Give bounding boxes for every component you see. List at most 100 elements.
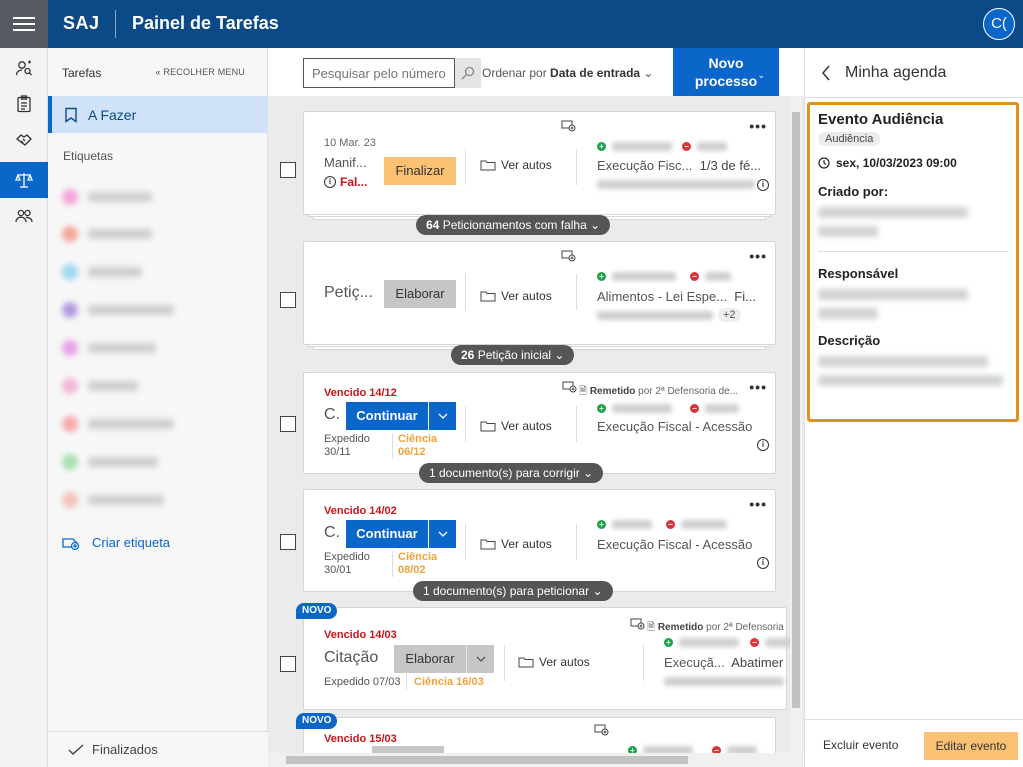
document-icon [561,120,577,135]
finalize-button[interactable]: Finalizar [384,157,456,185]
chevron-left-icon[interactable] [821,65,831,81]
more-options-icon[interactable]: ••• [749,248,767,264]
brand-logo: SAJ [63,13,100,33]
continue-options-button[interactable] [428,520,456,548]
search-button[interactable] [455,58,481,88]
chevron-down-icon: ⌄ [554,348,565,362]
continue-options-button[interactable] [428,402,456,430]
sort-dropdown[interactable]: Ordenar por Data de entrada ⌄ [482,66,653,80]
new-process-button[interactable]: Novo processo ⌄ [673,48,779,96]
info-icon[interactable]: i [757,179,769,191]
task-card[interactable]: Vencido 14/03 Citação Elaborar Expedido … [303,607,795,710]
task-checkbox[interactable] [280,656,296,672]
finalized-button[interactable]: Finalizados [48,731,268,767]
task-class: Execução Fiscal - Acessão [597,419,753,434]
elaborate-button[interactable]: Elaborar [394,645,466,673]
tag-item[interactable] [62,338,156,358]
view-records-link[interactable]: Ver autos [480,537,552,551]
divider [392,551,393,577]
divider [576,406,577,442]
info-icon[interactable]: i [757,557,769,569]
tag-item[interactable] [62,300,174,320]
task-checkbox[interactable] [280,416,296,432]
group-toggle[interactable]: 1 documento(s) para peticionar ⌄ [413,581,613,601]
tag-item[interactable] [62,414,174,434]
task-card[interactable]: Vencido 14/12 C. Continuar Expedido 30/11… [303,372,776,474]
user-avatar[interactable]: C( [983,8,1015,40]
task-card[interactable]: Vencido 14/02 C. Continuar Expedido 30/01… [303,489,776,592]
people-icon[interactable] [0,198,48,234]
divider [406,672,407,690]
view-records-link[interactable]: Ver autos [518,655,590,669]
document-icon [630,618,646,633]
elaborate-button[interactable]: Elaborar [384,280,456,308]
redacted-text [818,356,988,367]
group-toggle[interactable]: 1 documento(s) para corrigir ⌄ [419,463,604,483]
clipboard-icon[interactable] [0,86,48,122]
party-active: + [597,520,652,529]
collapse-menu-label: RECOLHER MENU [163,67,245,77]
tag-item[interactable] [62,187,152,207]
task-checkbox[interactable] [280,162,296,178]
group-toggle[interactable]: 64 Peticionamentos com falha ⌄ [416,215,611,235]
scales-icon[interactable] [0,162,48,198]
tag-item[interactable] [62,452,158,472]
more-subjects-badge[interactable]: +2 [718,308,741,322]
finalized-label: Finalizados [92,742,158,757]
info-icon[interactable]: i [757,439,769,451]
tag-item[interactable] [62,262,142,282]
chevron-down-icon [438,531,447,537]
clock-icon [818,157,830,169]
sent-info: 🗎 Remetido por 2ª Defensoria [647,622,784,633]
new-badge: NOVO [296,713,338,729]
minus-icon: − [750,638,759,647]
dispatched-info: Expedido 30/11 [324,433,370,458]
handshake-icon[interactable] [0,122,48,158]
elaborate-options-button[interactable] [466,645,494,673]
task-card[interactable]: ••• 10 Mar. 23 Manif... i Fal... Finaliz… [303,111,776,215]
plus-icon: + [597,404,606,413]
more-options-icon[interactable]: ••• [749,379,767,395]
document-icon [562,381,578,396]
file-icon: 🗎 [579,386,588,397]
group-toggle[interactable]: 26 Petição inicial ⌄ [451,345,575,365]
view-records-link[interactable]: Ver autos [480,158,552,172]
tag-item[interactable] [62,224,152,244]
view-records-label: Ver autos [539,655,590,669]
view-records-link[interactable]: Ver autos [480,289,552,303]
event-type-badge: Audiência [818,132,881,146]
continue-button[interactable]: Continuar [346,520,428,548]
more-options-icon[interactable]: ••• [749,118,767,134]
delete-event-button[interactable]: Excluir evento [823,738,898,752]
continue-button[interactable]: Continuar [346,402,428,430]
event-date: sex, 10/03/2023 09:00 [818,156,1008,170]
edit-event-button[interactable]: Editar evento [924,732,1018,760]
redacted-text [597,180,755,189]
vertical-scrollbar[interactable] [790,96,802,755]
chevron-down-icon: ⌄ [643,66,654,80]
collapse-menu-button[interactable]: « RECOLHER MENU [155,67,245,77]
sidebar-item-label: A Fazer [88,106,137,123]
search-input[interactable] [303,58,455,88]
divider [504,645,505,681]
new-badge: NOVO [296,603,338,619]
redacted-text [818,308,878,319]
more-options-icon[interactable]: ••• [749,496,767,512]
sidebar-item-a-fazer[interactable]: A Fazer [48,96,268,133]
user-search-icon[interactable] [0,50,48,86]
scrollbar-thumb[interactable] [286,756,688,764]
create-tag-button[interactable]: Criar etiqueta [62,535,170,550]
responsible-label: Responsável [818,266,899,281]
scrollbar-thumb[interactable] [792,112,800,708]
tag-item[interactable] [62,490,164,510]
task-card[interactable]: ••• Petiç... Elaborar Ver autos + − Alim… [303,241,776,345]
horizontal-scrollbar[interactable] [268,753,804,767]
view-records-link[interactable]: Ver autos [480,419,552,433]
task-checkbox[interactable] [280,534,296,550]
minus-icon: − [682,142,691,151]
tag-item[interactable] [62,376,138,396]
hamburger-menu-icon[interactable] [0,0,48,48]
dispatched-info: Expedido 07/03 [324,676,401,688]
task-checkbox[interactable] [280,292,296,308]
task-class: Execução Fiscal - Acessão [597,537,753,552]
